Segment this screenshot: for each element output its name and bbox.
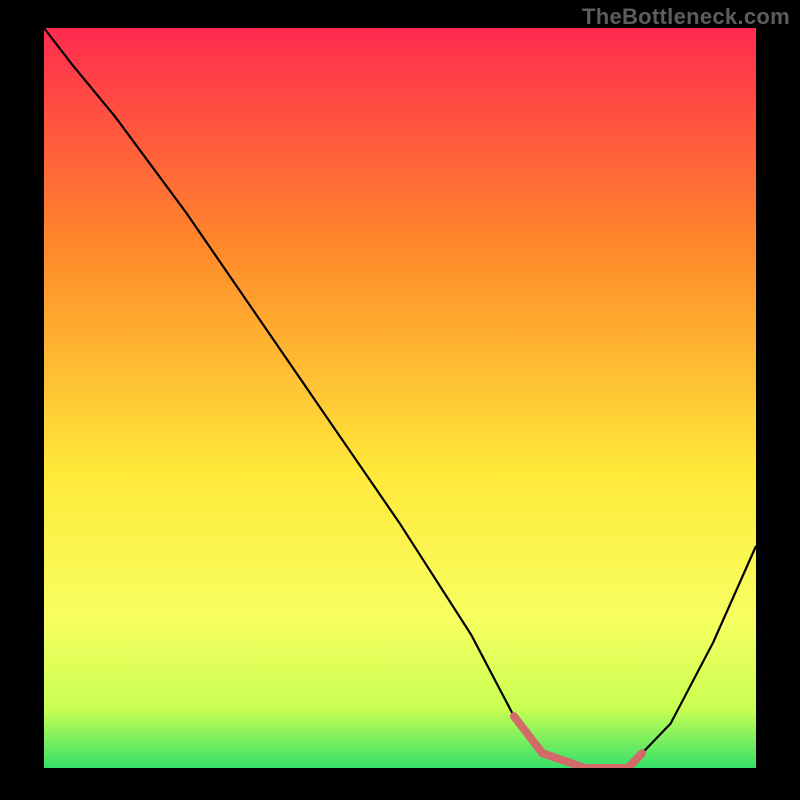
plot-background	[44, 28, 756, 768]
watermark-text: TheBottleneck.com	[582, 4, 790, 30]
bottleneck-chart	[44, 28, 756, 768]
chart-frame: TheBottleneck.com	[0, 0, 800, 800]
